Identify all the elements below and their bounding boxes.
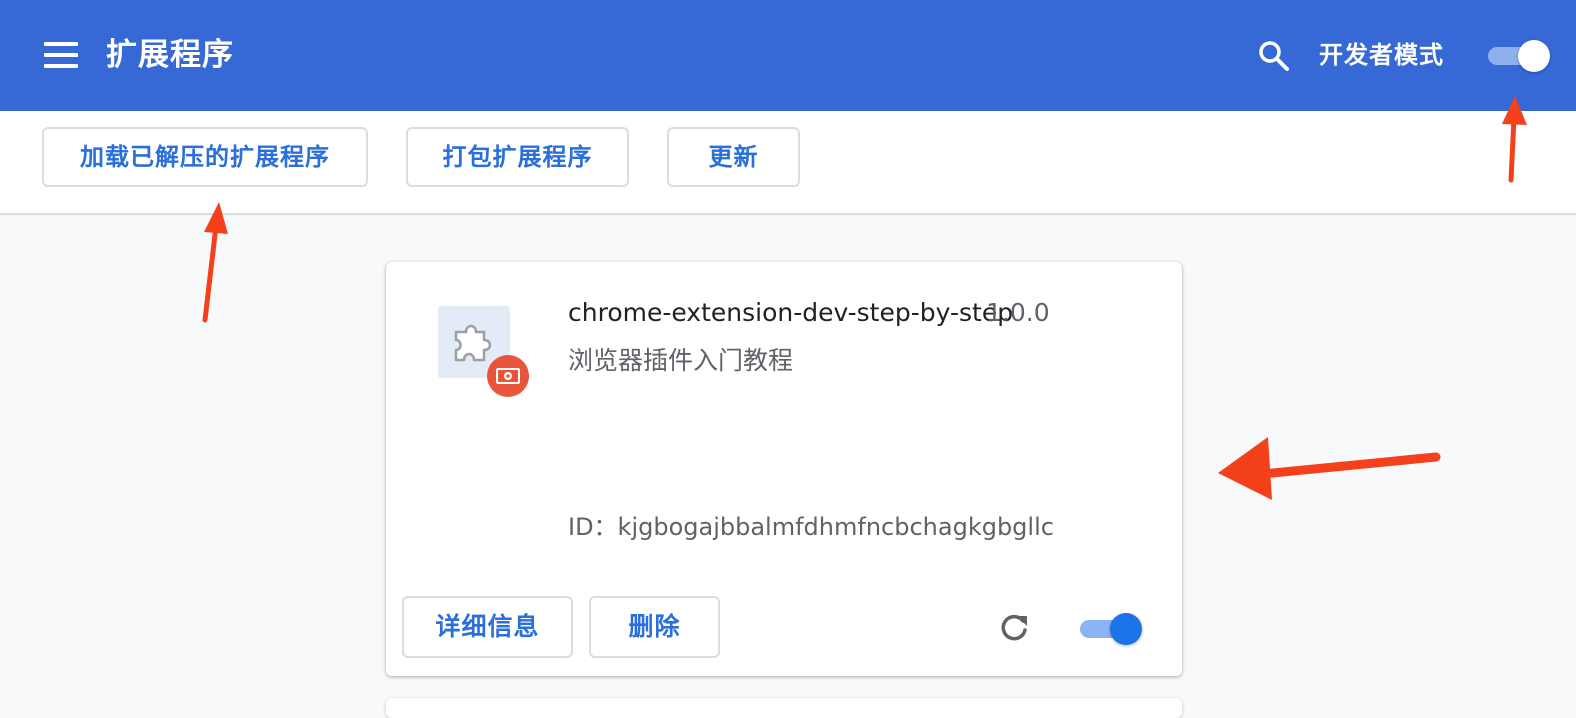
- dev-mode-toggle[interactable]: [1486, 40, 1552, 72]
- menu-icon[interactable]: [44, 40, 78, 70]
- top-bar: 扩展程序 开发者模式: [0, 0, 1576, 111]
- dev-mode-toggle-knob: [1518, 40, 1550, 72]
- developer-toolbar: 加载已解压的扩展程序 打包扩展程序 更新: [0, 111, 1576, 215]
- details-button[interactable]: 详细信息: [402, 596, 573, 658]
- dev-mode-label: 开发者模式: [1319, 41, 1444, 69]
- extension-description: 浏览器插件入门教程: [568, 346, 794, 375]
- extension-toggle-knob: [1110, 613, 1142, 645]
- search-icon[interactable]: [1256, 38, 1292, 74]
- unpacked-badge-icon: [487, 355, 529, 397]
- page-title: 扩展程序: [106, 37, 234, 73]
- update-button[interactable]: 更新: [667, 127, 800, 187]
- extension-name: chrome-extension-dev-step-by-step: [568, 298, 1014, 327]
- annotation-arrow-icon: [202, 202, 228, 323]
- pack-extension-button[interactable]: 打包扩展程序: [406, 127, 629, 187]
- extension-card: chrome-extension-dev-step-by-step 1.0.0 …: [386, 262, 1182, 676]
- extension-id: ID：kjgbogajbbalmfdhmfncbchagkgbgllc: [568, 513, 1054, 541]
- reload-icon[interactable]: [996, 610, 1032, 646]
- extension-version: 1.0.0: [986, 298, 1050, 327]
- annotation-arrow-icon: [1218, 437, 1441, 500]
- load-unpacked-button[interactable]: 加载已解压的扩展程序: [42, 127, 368, 187]
- next-extension-card: [386, 698, 1182, 718]
- extension-enable-toggle[interactable]: [1078, 612, 1144, 646]
- remove-button[interactable]: 删除: [589, 596, 720, 658]
